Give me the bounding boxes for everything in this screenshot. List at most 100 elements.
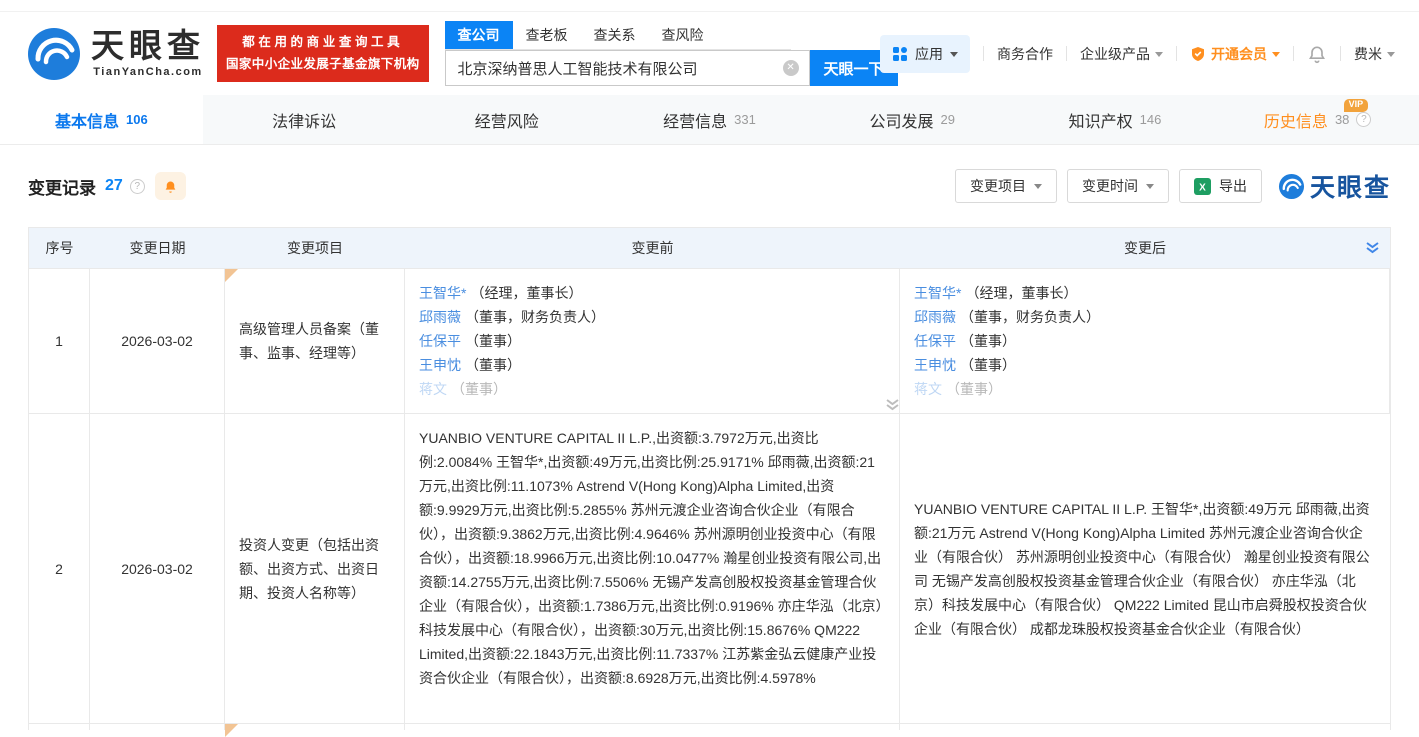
col-header-before: 变更前 bbox=[405, 228, 900, 268]
person-role: （董事） bbox=[960, 333, 1016, 349]
person-link[interactable]: 王智华* bbox=[419, 285, 466, 301]
apps-label: 应用 bbox=[915, 44, 943, 64]
bell-icon bbox=[1307, 44, 1327, 64]
filter-change-time-button[interactable]: 变更时间 bbox=[1067, 169, 1169, 203]
clear-search-icon[interactable]: ✕ bbox=[783, 60, 799, 76]
username: 费米 bbox=[1354, 44, 1382, 64]
export-button[interactable]: X 导出 bbox=[1179, 169, 1262, 203]
slogan-line-2: 国家中小企业发展子基金旗下机构 bbox=[226, 54, 420, 75]
before-text: YUANBIO VENTURE CAPITAL II L.P.,出资额:3.79… bbox=[419, 430, 883, 686]
chevron-down-icon bbox=[1387, 52, 1395, 61]
person-link[interactable]: 任保平 bbox=[419, 333, 461, 349]
person-link[interactable]: 蒋文 bbox=[419, 381, 447, 397]
tab-operating-risk[interactable]: 经营风险 bbox=[405, 95, 608, 144]
tianyancha-logo[interactable]: 天眼查 TianYanCha.com bbox=[26, 26, 205, 82]
help-icon[interactable]: ? bbox=[1356, 112, 1371, 127]
list-item: 王智华*（经理，董事长） bbox=[914, 281, 1375, 305]
filter-change-item-button[interactable]: 变更项目 bbox=[955, 169, 1057, 203]
cell-date bbox=[90, 724, 225, 730]
search-tab-boss[interactable]: 查老板 bbox=[513, 21, 581, 49]
tab-count: 146 bbox=[1140, 112, 1162, 127]
search-area: 查公司 查老板 查关系 查风险 ✕ 天眼一下 bbox=[445, 21, 898, 86]
bell-icon bbox=[163, 179, 178, 194]
cell-change-item: 投资人变更（包括出资额、出资方式、出资日期、投资人名称等） bbox=[225, 414, 405, 723]
slogan-banner: 都在用的商业查询工具 国家中小企业发展子基金旗下机构 bbox=[217, 25, 429, 82]
tab-label: 基本信息 bbox=[55, 108, 119, 132]
section-title: 变更记录 bbox=[28, 174, 96, 199]
main-content: 变更记录 27 ? 变更项目 变更时间 X 导出 bbox=[0, 145, 1419, 730]
nav-vip-label: 开通会员 bbox=[1211, 44, 1267, 64]
tab-basic-info[interactable]: 基本信息 106 bbox=[0, 95, 203, 144]
nav-vip[interactable]: 开通会员 bbox=[1190, 44, 1280, 64]
person-role: （经理，董事长） bbox=[470, 285, 582, 301]
tab-count: 106 bbox=[126, 112, 148, 127]
person-link[interactable]: 蒋文 bbox=[914, 381, 942, 397]
tab-intellectual-property[interactable]: 知识产权 146 bbox=[1014, 95, 1217, 144]
search-input[interactable] bbox=[446, 51, 766, 85]
person-role: （经理，董事长） bbox=[965, 285, 1077, 301]
person-link[interactable]: 邱雨薇 bbox=[914, 309, 956, 325]
search-input-wrap: ✕ bbox=[445, 50, 810, 86]
tab-label: 法律诉讼 bbox=[272, 108, 336, 132]
notifications-button[interactable] bbox=[1307, 44, 1327, 64]
top-border bbox=[0, 0, 1419, 12]
person-link[interactable]: 王申忱 bbox=[914, 357, 956, 373]
cell-index: 1 bbox=[29, 269, 90, 413]
cell-before bbox=[405, 724, 900, 730]
tab-label: 公司发展 bbox=[869, 108, 933, 132]
logo-subtitle: TianYanCha.com bbox=[93, 66, 202, 78]
list-item: 邱雨薇（董事，财务负责人） bbox=[419, 305, 885, 329]
table-header-row: 序号 变更日期 变更项目 变更前 变更后 bbox=[29, 228, 1390, 269]
list-item: 王申忱（董事） bbox=[419, 353, 885, 377]
cell-change-item: 高级管理人员备案（董事、监事、经理等） bbox=[225, 269, 405, 413]
person-link[interactable]: 王申忱 bbox=[419, 357, 461, 373]
cell-date: 2026-03-02 bbox=[90, 269, 225, 413]
cell-before: 王智华*（经理，董事长） 邱雨薇（董事，财务负责人） 任保平（董事） 王申忱（董… bbox=[405, 269, 900, 413]
user-menu[interactable]: 费米 bbox=[1354, 44, 1395, 64]
list-item: 任保平（董事） bbox=[419, 329, 885, 353]
col-header-after: 变更后 bbox=[900, 228, 1390, 268]
cell-after bbox=[900, 724, 1390, 730]
tab-label: 历史信息 bbox=[1264, 108, 1328, 132]
after-text: YUANBIO VENTURE CAPITAL II L.P. 王智华*,出资额… bbox=[914, 497, 1376, 641]
table-row-partial bbox=[29, 724, 1390, 730]
vip-shield-icon bbox=[1190, 46, 1206, 62]
list-item: 邱雨薇（董事，财务负责人） bbox=[914, 305, 1375, 329]
apps-menu[interactable]: 应用 bbox=[880, 35, 970, 73]
person-role: （董事） bbox=[960, 357, 1016, 373]
subscribe-alert-button[interactable] bbox=[155, 172, 186, 200]
person-link[interactable]: 邱雨薇 bbox=[419, 309, 461, 325]
tab-operating-info[interactable]: 经营信息 331 bbox=[608, 95, 811, 144]
logo-title: 天眼查 bbox=[91, 29, 205, 62]
person-link[interactable]: 王智华* bbox=[914, 285, 961, 301]
tab-legal[interactable]: 法律诉讼 bbox=[203, 95, 406, 144]
divider bbox=[983, 46, 984, 61]
divider bbox=[1293, 46, 1294, 61]
tab-history-info[interactable]: VIP 历史信息 38 ? bbox=[1216, 95, 1419, 144]
table-row: 2 2026-03-02 投资人变更（包括出资额、出资方式、出资日期、投资人名称… bbox=[29, 414, 1390, 724]
search-tab-risk[interactable]: 查风险 bbox=[649, 21, 717, 49]
change-record-table: 序号 变更日期 变更项目 变更前 变更后 1 2026-03-02 高级管理人员… bbox=[28, 227, 1391, 730]
list-item: 王申忱（董事） bbox=[914, 353, 1375, 377]
cell-before: YUANBIO VENTURE CAPITAL II L.P.,出资额:3.79… bbox=[405, 414, 900, 723]
search-tab-relation[interactable]: 查关系 bbox=[581, 21, 649, 49]
tab-company-development[interactable]: 公司发展 29 bbox=[811, 95, 1014, 144]
person-role: （董事） bbox=[465, 333, 521, 349]
cell-index bbox=[29, 724, 90, 730]
cell-change-item bbox=[225, 724, 405, 730]
person-link[interactable]: 任保平 bbox=[914, 333, 956, 349]
search-tab-company[interactable]: 查公司 bbox=[445, 21, 513, 49]
nav-enterprise-label: 企业级产品 bbox=[1080, 44, 1150, 64]
expand-row-icon[interactable] bbox=[885, 398, 900, 412]
collapse-all-icon[interactable] bbox=[1365, 241, 1380, 256]
cell-after: YUANBIO VENTURE CAPITAL II L.P. 王智华*,出资额… bbox=[900, 414, 1390, 723]
excel-icon: X bbox=[1194, 178, 1211, 195]
person-role: （董事，财务负责人） bbox=[465, 309, 605, 325]
col-header-date: 变更日期 bbox=[90, 228, 225, 268]
list-item: 王智华*（经理，董事长） bbox=[419, 281, 885, 305]
tab-count: 331 bbox=[734, 112, 756, 127]
help-icon[interactable]: ? bbox=[130, 179, 145, 194]
nav-enterprise[interactable]: 企业级产品 bbox=[1080, 44, 1163, 64]
chevron-down-icon bbox=[1034, 184, 1042, 193]
nav-cooperation[interactable]: 商务合作 bbox=[997, 44, 1053, 64]
